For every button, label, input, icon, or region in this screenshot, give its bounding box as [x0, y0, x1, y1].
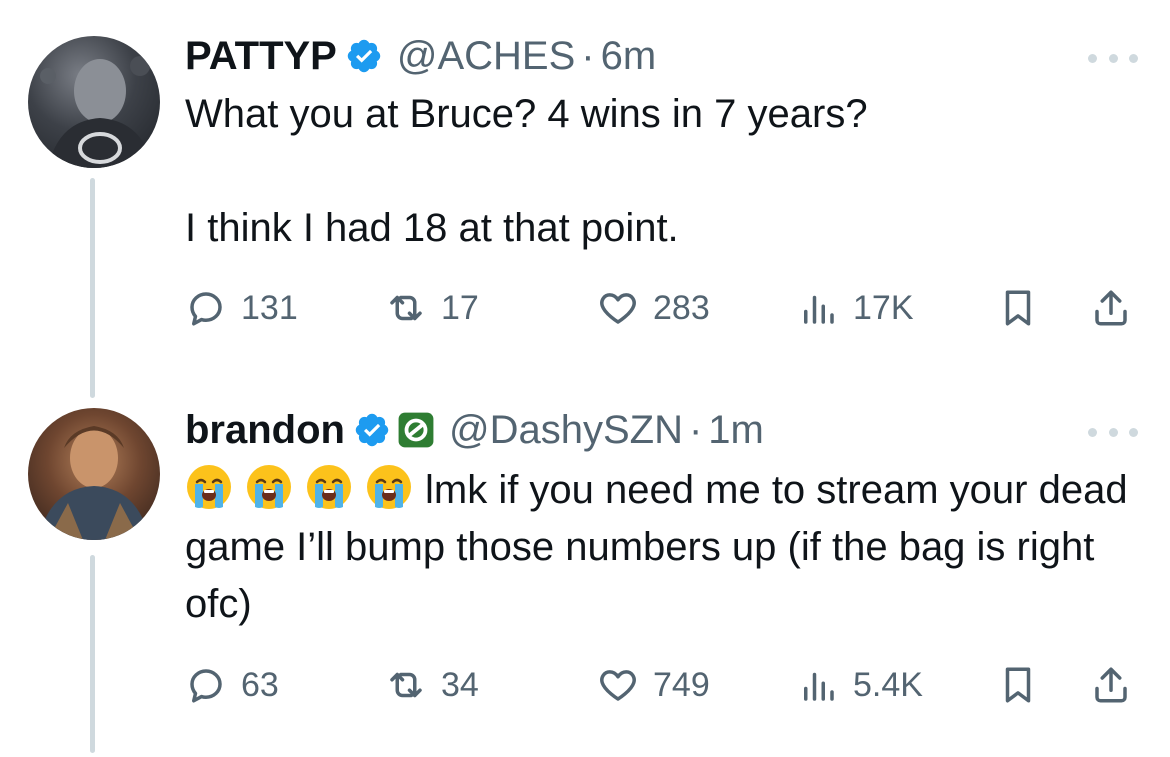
tweet-text: lmk if you need me to stream your dead g… — [185, 462, 1145, 633]
repost-icon — [390, 672, 422, 698]
optic-affiliate-icon — [398, 412, 434, 448]
views-icon — [804, 672, 834, 701]
avatar[interactable] — [28, 408, 160, 540]
avatar-image — [38, 426, 150, 540]
heart-icon — [600, 670, 636, 701]
loudly-crying-face-emoji — [187, 465, 231, 509]
reply-icon — [190, 669, 222, 703]
loudly-crying-face-emoji — [247, 465, 291, 509]
loudly-crying-face-emoji — [367, 465, 411, 509]
action-bar: 63 34 749 5.4K — [185, 660, 1140, 710]
separator-dot: · — [688, 408, 703, 452]
timestamp[interactable]: 1m — [708, 406, 764, 454]
bookmark-button[interactable] — [997, 660, 1053, 710]
views-button[interactable]: 5.4K — [797, 660, 923, 710]
more-icon[interactable] — [1088, 425, 1138, 439]
repost-count: 34 — [441, 665, 479, 704]
share-icon — [1095, 667, 1127, 703]
verified-badge-icon — [355, 413, 389, 447]
loudly-crying-face-emoji — [307, 465, 351, 509]
bookmark-icon — [1005, 667, 1031, 703]
display-name[interactable]: brandon — [185, 406, 345, 454]
reply-button[interactable]: 63 — [185, 660, 279, 710]
tweet-brandon[interactable]: brandon @DashySZN · 1m lmk if you need m… — [0, 0, 1170, 757]
user-handle[interactable]: @DashySZN — [449, 406, 683, 454]
like-count: 749 — [653, 665, 710, 704]
repost-button[interactable]: 34 — [385, 660, 479, 710]
views-count: 5.4K — [853, 665, 923, 704]
share-button[interactable] — [1090, 660, 1146, 710]
like-button[interactable]: 749 — [597, 660, 710, 710]
emoji-row — [185, 465, 425, 512]
reply-count: 63 — [241, 665, 279, 704]
tweet-header: brandon @DashySZN · 1m — [185, 406, 764, 454]
